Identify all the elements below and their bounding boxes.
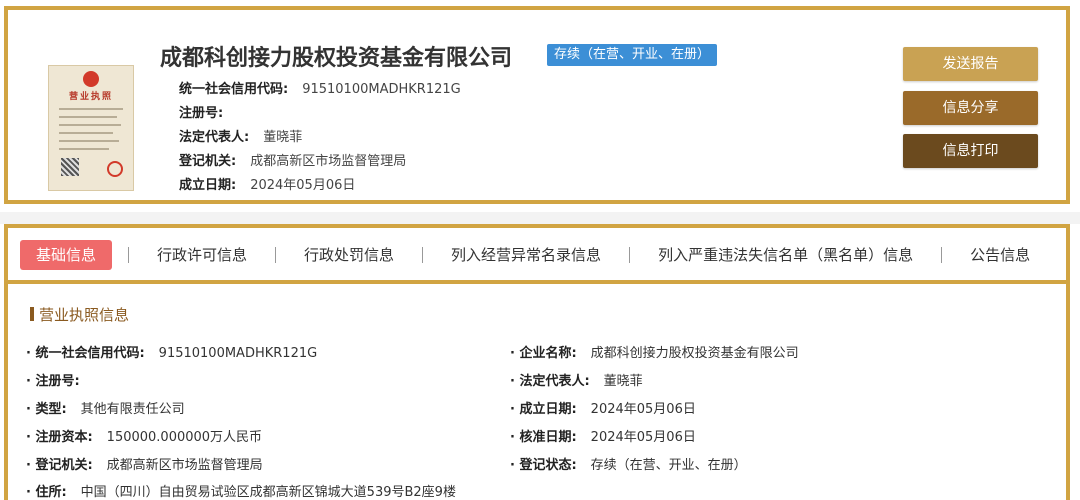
field-approval-date: · 核准日期: 2024年05月06日	[510, 426, 696, 445]
license-text-line	[59, 140, 119, 142]
field-type: · 类型: 其他有限责任公司	[26, 398, 185, 417]
license-text-line	[59, 108, 123, 110]
tab-basic-info[interactable]: 基础信息	[20, 240, 113, 270]
tab-separator	[629, 247, 631, 263]
national-emblem-icon	[83, 71, 99, 87]
field-label: · 核准日期:	[510, 430, 577, 445]
license-text-line	[59, 124, 121, 126]
company-header-card: 营业执照 成都科创接力股权投资基金有限公司 存续（在营、开业、在册） 统一社会信…	[4, 6, 1070, 204]
tab-admin-penalty[interactable]: 行政处罚信息	[292, 240, 406, 270]
section-divider	[0, 212, 1080, 224]
basic-info-panel: 营业执照信息 · 统一社会信用代码: 91510100MADHKR121G · 注…	[4, 284, 1070, 500]
field-value: 2024年05月06日	[590, 402, 696, 417]
tab-abnormal-list[interactable]: 列入经营异常名录信息	[439, 240, 613, 270]
info-label: 登记机关:	[179, 154, 237, 169]
info-value: 董晓菲	[263, 130, 303, 145]
info-label: 统一社会信用代码:	[179, 82, 289, 97]
info-value: 91510100MADHKR121G	[302, 82, 461, 97]
print-info-button[interactable]: 信息打印	[903, 134, 1038, 168]
field-value: 其他有限责任公司	[80, 402, 185, 417]
section-title: 营业执照信息	[30, 304, 129, 325]
info-row-legal-rep: 法定代表人: 董晓菲	[179, 126, 302, 145]
field-label: · 企业名称:	[510, 346, 577, 361]
info-value: 成都高新区市场监督管理局	[250, 154, 407, 169]
field-label: · 成立日期:	[510, 402, 577, 417]
send-report-button[interactable]: 发送报告	[903, 47, 1038, 81]
field-label: · 法定代表人:	[510, 374, 590, 389]
field-value: 2024年05月06日	[590, 430, 696, 445]
info-row-credit-code: 统一社会信用代码: 91510100MADHKR121G	[179, 78, 461, 97]
field-company-name: · 企业名称: 成都科创接力股权投资基金有限公司	[510, 342, 799, 361]
field-registration-status: · 登记状态: 存续（在营、开业、在册）	[510, 454, 747, 473]
tab-announcements[interactable]: 公告信息	[958, 240, 1042, 270]
field-label: · 登记机关:	[26, 458, 93, 473]
section-marker-icon	[30, 307, 34, 321]
field-value: 150000.000000万人民币	[106, 430, 263, 445]
official-seal-icon	[107, 161, 123, 177]
company-name: 成都科创接力股权投资基金有限公司	[160, 46, 513, 71]
field-label: · 登记状态:	[510, 458, 577, 473]
info-row-reg-number: 注册号:	[179, 102, 237, 121]
tab-separator	[128, 247, 130, 263]
info-value: 2024年05月06日	[250, 178, 356, 193]
tab-separator	[275, 247, 277, 263]
license-text-line	[59, 148, 109, 150]
section-title-text: 营业执照信息	[39, 306, 130, 324]
tab-blacklist[interactable]: 列入严重违法失信名单（黑名单）信息	[646, 240, 925, 270]
status-badge: 存续（在营、开业、在册）	[547, 44, 718, 66]
tab-admin-license[interactable]: 行政许可信息	[145, 240, 259, 270]
field-established-date: · 成立日期: 2024年05月06日	[510, 398, 696, 417]
field-label: · 类型:	[26, 402, 67, 417]
qr-code-icon	[61, 158, 79, 176]
share-info-button[interactable]: 信息分享	[903, 91, 1038, 125]
field-value: 成都高新区市场监督管理局	[106, 458, 263, 473]
business-license-image: 营业执照	[48, 65, 134, 191]
license-title: 营业执照	[68, 92, 113, 102]
info-label: 成立日期:	[179, 178, 237, 193]
license-text-line	[59, 116, 117, 118]
field-label: · 统一社会信用代码:	[26, 346, 145, 361]
field-value: 存续（在营、开业、在册）	[590, 458, 747, 473]
field-value: 中国（四川）自由贸易试验区成都高新区锦城大道539号B2座9楼	[80, 485, 456, 500]
field-credit-code: · 统一社会信用代码: 91510100MADHKR121G	[26, 342, 317, 361]
info-label: 注册号:	[179, 106, 224, 121]
field-reg-number: · 注册号:	[26, 370, 94, 389]
field-registered-capital: · 注册资本: 150000.000000万人民币	[26, 426, 262, 445]
tab-bar: 基础信息 行政许可信息 行政处罚信息 列入经营异常名录信息 列入严重违法失信名单…	[4, 224, 1070, 284]
info-row-authority: 登记机关: 成都高新区市场监督管理局	[179, 150, 406, 169]
license-text-line	[59, 132, 113, 134]
field-label: · 注册资本:	[26, 430, 93, 445]
info-label: 法定代表人:	[179, 130, 250, 145]
field-label: · 注册号:	[26, 374, 80, 389]
tab-separator	[941, 247, 943, 263]
field-authority: · 登记机关: 成都高新区市场监督管理局	[26, 454, 263, 473]
field-label: · 住所:	[26, 485, 67, 500]
field-address: · 住所: 中国（四川）自由贸易试验区成都高新区锦城大道539号B2座9楼	[26, 481, 456, 500]
field-value: 成都科创接力股权投资基金有限公司	[590, 346, 799, 361]
field-legal-rep: · 法定代表人: 董晓菲	[510, 370, 643, 389]
field-value: 91510100MADHKR121G	[158, 346, 318, 361]
field-value: 董晓菲	[603, 374, 643, 389]
tab-list: 基础信息 行政许可信息 行政处罚信息 列入经营异常名录信息 列入严重违法失信名单…	[20, 240, 1054, 270]
tab-separator	[422, 247, 424, 263]
info-row-established: 成立日期: 2024年05月06日	[179, 174, 355, 193]
